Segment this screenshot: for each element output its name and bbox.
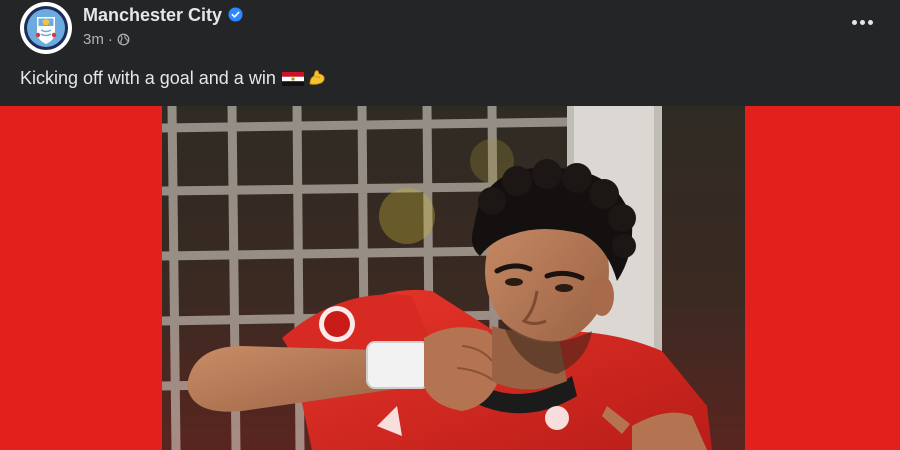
avatar[interactable]: [20, 2, 72, 54]
manchester-city-crest-icon: [21, 3, 71, 53]
meta-separator: ·: [107, 31, 113, 48]
globe-icon[interactable]: [117, 33, 130, 46]
post-meta: 3m ·: [83, 31, 130, 48]
muscle-icon: [309, 70, 325, 85]
post-header: Manchester City 3m · Kicking off with a …: [0, 0, 900, 104]
more-options-button[interactable]: [848, 10, 876, 34]
verified-badge-icon: [228, 7, 243, 22]
post-caption: Kicking off with a goal and a win: [20, 68, 327, 89]
page-name: Manchester City: [83, 5, 223, 25]
player-celebration-image: [162, 106, 745, 450]
post-media[interactable]: [0, 106, 900, 450]
egypt-flag-icon: [281, 72, 304, 86]
more-horizontal-icon-dot: [867, 19, 873, 25]
more-horizontal-icon-dot: [851, 19, 857, 25]
post-photo[interactable]: [162, 106, 745, 450]
post-timestamp[interactable]: 3m: [83, 31, 104, 48]
post-caption-text: Kicking off with a goal and a win: [20, 68, 276, 88]
page-name-link[interactable]: Manchester City: [83, 5, 243, 26]
more-horizontal-icon-dot: [859, 19, 865, 25]
